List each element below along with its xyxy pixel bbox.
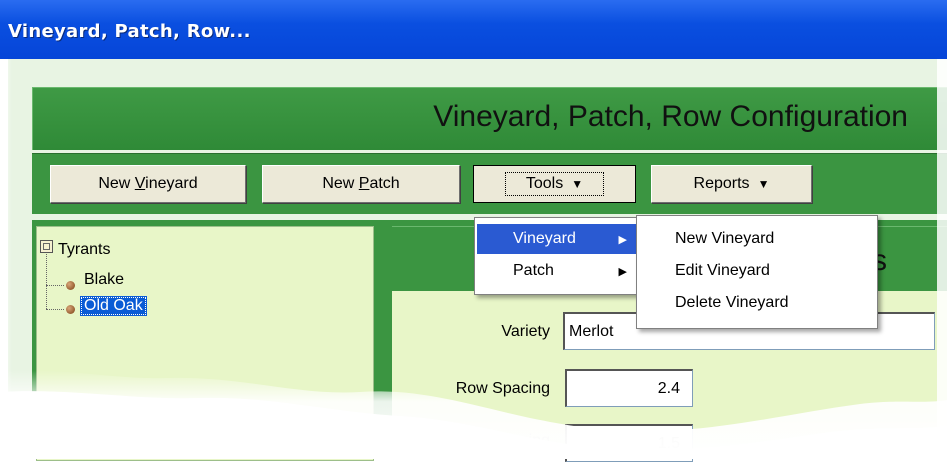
reports-label: Reports bbox=[693, 175, 750, 192]
tree-connector bbox=[46, 254, 47, 309]
menu-item-edit-vineyard[interactable]: Edit Vineyard bbox=[639, 256, 875, 286]
vineyard-tree[interactable] bbox=[36, 226, 374, 461]
menu-item-patch[interactable]: Patch ▶ bbox=[477, 256, 637, 286]
row-spacing-field[interactable]: 2.4 bbox=[565, 369, 693, 407]
menu-item-delete-vineyard[interactable]: Delete Vineyard bbox=[639, 288, 875, 318]
new-vineyard-label: New Vineyard bbox=[98, 175, 198, 192]
menu-item-label: Edit Vineyard bbox=[675, 262, 770, 279]
row-spacing-label: Row Spacing bbox=[455, 380, 550, 397]
menu-item-new-vineyard[interactable]: New Vineyard bbox=[639, 224, 875, 254]
menu-item-label: Delete Vineyard bbox=[675, 294, 789, 311]
menu-item-label: Vineyard bbox=[513, 230, 576, 247]
vineyard-node-icon bbox=[66, 281, 75, 290]
chevron-down-icon: ▼ bbox=[571, 177, 584, 191]
variety-label: Variety bbox=[501, 323, 550, 340]
menu-item-label: Patch bbox=[513, 262, 554, 279]
chevron-right-icon: ▶ bbox=[618, 233, 627, 246]
vine-spacing-label: Vine Spacing bbox=[456, 432, 550, 449]
chevron-right-icon: ▶ bbox=[618, 265, 627, 278]
tree-root-icon bbox=[40, 240, 53, 253]
tools-menu: Vineyard ▶ Patch ▶ bbox=[474, 217, 640, 295]
menu-item-vineyard[interactable]: Vineyard ▶ bbox=[477, 224, 637, 254]
vineyard-submenu: New Vineyard Edit Vineyard Delete Vineya… bbox=[636, 215, 878, 329]
tools-label: Tools bbox=[525, 175, 564, 192]
new-vineyard-button[interactable]: New Vineyard bbox=[50, 165, 246, 203]
chevron-down-icon: ▼ bbox=[757, 177, 770, 191]
header-panel: Vineyard, Patch, Row Configuration bbox=[32, 87, 947, 150]
tools-focus: Tools ▼ bbox=[504, 172, 605, 196]
vine-spacing-field[interactable]: 1.5 bbox=[565, 424, 693, 462]
reports-button[interactable]: Reports ▼ bbox=[651, 165, 812, 203]
tree-connector bbox=[46, 309, 64, 310]
new-patch-label: New Patch bbox=[322, 175, 400, 192]
tools-button[interactable]: Tools ▼ bbox=[473, 165, 636, 203]
tree-root-tyrants[interactable]: Tyrants bbox=[58, 241, 110, 259]
title-bar[interactable]: Vineyard, Patch, Row... bbox=[0, 0, 947, 59]
tree-item-blake[interactable]: Blake bbox=[84, 271, 124, 289]
page-title: Vineyard, Patch, Row Configuration bbox=[433, 100, 908, 133]
vineyard-node-icon bbox=[66, 305, 75, 314]
new-patch-button[interactable]: New Patch bbox=[262, 165, 460, 203]
tree-connector bbox=[46, 285, 64, 286]
tree-item-old-oak[interactable]: Old Oak bbox=[80, 296, 147, 316]
menu-item-label: New Vineyard bbox=[675, 230, 775, 247]
window-title: Vineyard, Patch, Row... bbox=[8, 21, 251, 42]
